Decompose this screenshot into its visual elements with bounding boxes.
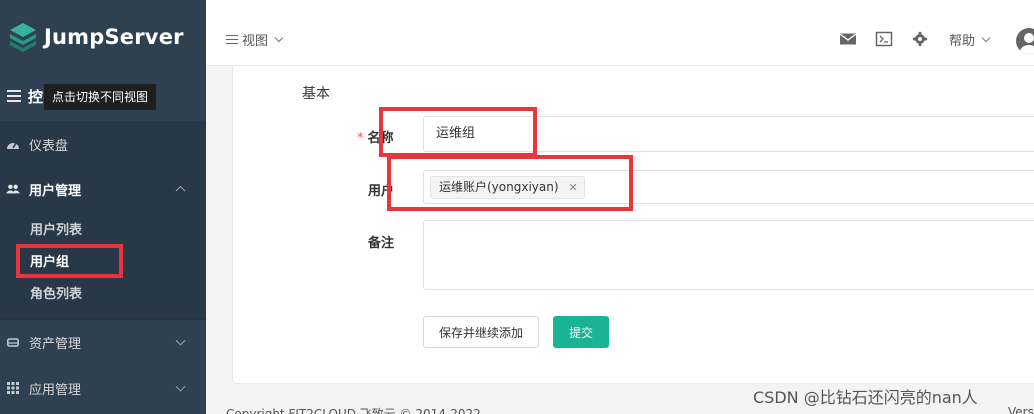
user-tag-label: 运维账户(yongxiyan): [439, 180, 559, 194]
chevron-down-icon: [981, 33, 991, 42]
sidebar-item-label: 资产管理: [29, 336, 82, 352]
view-switch-tooltip: 点击切换不同视图: [44, 84, 157, 110]
watermark: CSDN @比钻石还闪亮的nan人: [753, 388, 978, 407]
dashboard-icon: [6, 137, 20, 151]
view-switch-label: 控: [28, 87, 44, 106]
section-title: 基本: [302, 86, 330, 102]
sliders-icon: [7, 90, 21, 102]
users-icon: [6, 182, 20, 196]
chevron-up-icon: [175, 185, 186, 196]
app-name: JumpServer: [44, 25, 184, 49]
name-input[interactable]: 运维组: [423, 116, 1034, 152]
close-icon[interactable]: ✕: [569, 177, 578, 198]
submit-button[interactable]: 提交: [553, 316, 609, 348]
sidebar: JumpServer 控 仪表盘 用户管理 用户列表 用户组 角色列表 资产管理: [0, 0, 206, 414]
help-dropdown[interactable]: 帮助: [949, 30, 991, 49]
chevron-down-icon: [274, 33, 284, 42]
users-label: 用户: [368, 184, 395, 199]
user-tag: 运维账户(yongxiyan) ✕: [430, 176, 585, 199]
assets-icon: [6, 335, 20, 349]
sidebar-item-label: 应用管理: [29, 382, 82, 398]
view-dropdown[interactable]: 视图: [226, 30, 284, 49]
sidebar-item-label: 用户管理: [29, 183, 82, 199]
footer-copyright: Copyright FIT2CLOUD 飞致云 © 2014-2022: [226, 407, 481, 414]
footer-version: Vers: [1008, 405, 1034, 414]
gear-icon[interactable]: [911, 31, 929, 47]
terminal-icon[interactable]: [875, 31, 893, 47]
jumpserver-logo-icon: [10, 23, 36, 52]
avatar[interactable]: [1016, 28, 1034, 54]
view-dropdown-label: 视图: [242, 34, 269, 49]
app-logo[interactable]: JumpServer: [8, 22, 184, 52]
menu-icon: [226, 34, 238, 45]
help-label: 帮助: [949, 34, 976, 49]
name-label: * 名称: [357, 131, 394, 146]
users-select[interactable]: 运维账户(yongxiyan) ✕: [423, 170, 1034, 204]
sidebar-item-dashboard[interactable]: 仪表盘: [0, 121, 206, 167]
sidebar-item-app-management[interactable]: 应用管理: [0, 366, 206, 410]
sidebar-subitem-role-list[interactable]: 角色列表: [30, 283, 82, 302]
required-mark: *: [357, 131, 364, 146]
user-management-submenu: 用户列表 用户组 角色列表: [0, 211, 206, 318]
sidebar-item-user-management[interactable]: 用户管理: [0, 167, 206, 211]
apps-icon: [6, 381, 20, 395]
save-and-continue-button[interactable]: 保存并继续添加: [423, 316, 539, 348]
sidebar-subitem-user-group[interactable]: 用户组: [30, 251, 69, 270]
chevron-down-icon: [175, 335, 186, 346]
chevron-down-icon: [175, 381, 186, 392]
sidebar-item-label: 仪表盘: [29, 138, 69, 154]
sidebar-item-asset-management[interactable]: 资产管理: [0, 320, 206, 364]
sidebar-subitem-user-list[interactable]: 用户列表: [30, 219, 82, 238]
comment-label: 备注: [368, 236, 395, 251]
comment-textarea[interactable]: [423, 220, 1034, 290]
mail-icon[interactable]: [839, 31, 857, 47]
top-navbar: 视图 帮助: [206, 0, 1034, 66]
